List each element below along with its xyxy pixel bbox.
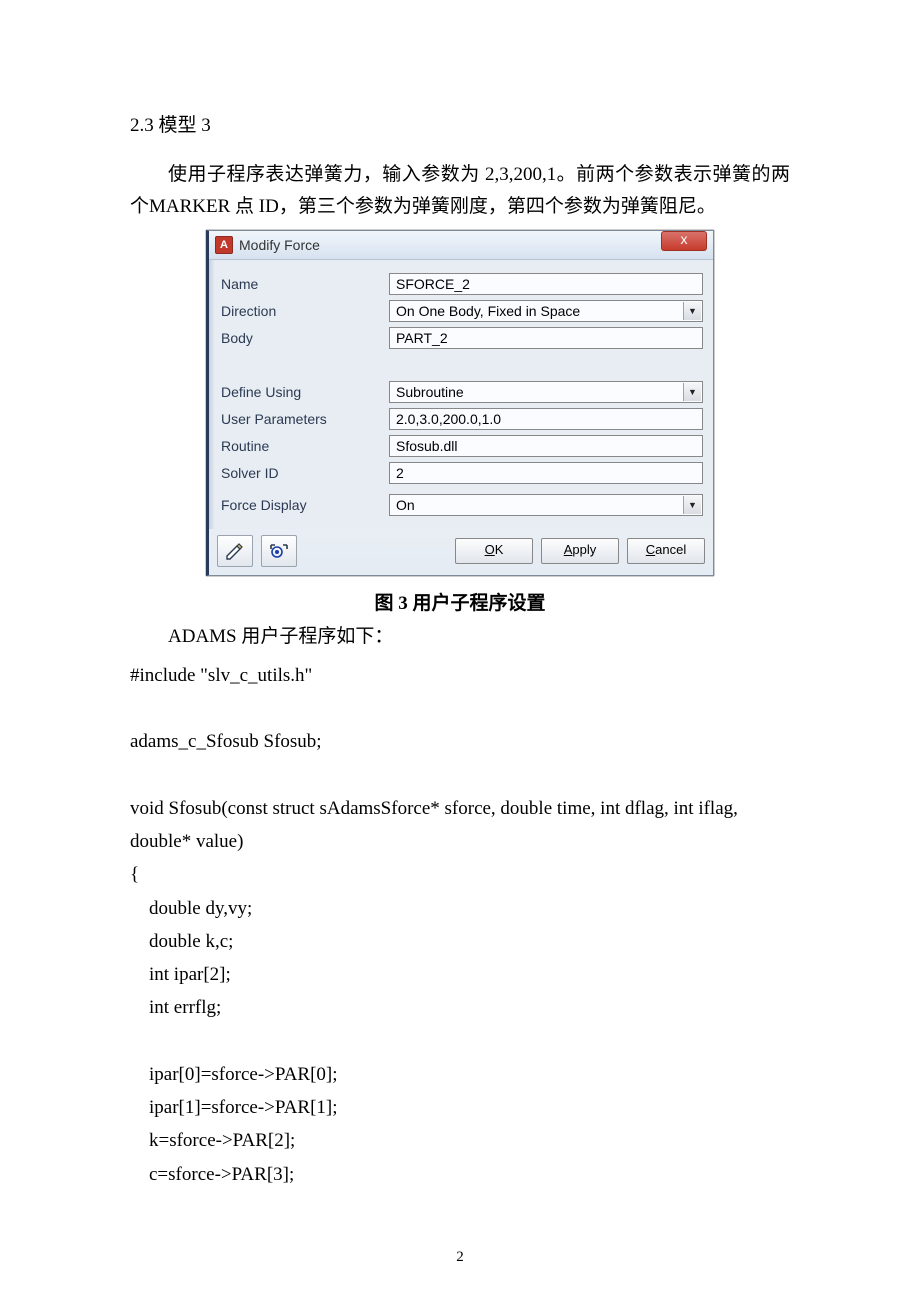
direction-select[interactable]: On One Body, Fixed in Space ▼ (389, 300, 703, 322)
dialog-title: Modify Force (239, 237, 661, 253)
force-display-select[interactable]: On ▼ (389, 494, 703, 516)
figure-caption: 图 3 用户子程序设置 (130, 588, 790, 615)
code-block: #include "slv_c_utils.h" adams_c_Sfosub … (130, 659, 790, 1191)
cancel-button[interactable]: Cancel (627, 538, 705, 564)
dialog-body: Name SFORCE_2 Direction On One Body, Fix… (209, 260, 713, 529)
user-parameters-input[interactable]: 2.0,3.0,200.0,1.0 (389, 408, 703, 430)
page-number: 2 (0, 1249, 920, 1266)
chevron-down-icon[interactable]: ▼ (683, 496, 701, 514)
paragraph: ADAMS 用户子程序如下： (130, 621, 790, 653)
direction-value: On One Body, Fixed in Space (396, 303, 580, 319)
define-using-value: Subroutine (396, 384, 464, 400)
label-solver-id: Solver ID (221, 465, 389, 481)
routine-input[interactable]: Sfosub.dll (389, 435, 703, 457)
measure-icon[interactable] (261, 535, 297, 567)
ok-label: K (495, 542, 504, 557)
label-name: Name (221, 276, 389, 292)
button-row: OK Apply Cancel (209, 529, 713, 575)
label-direction: Direction (221, 303, 389, 319)
label-force-display: Force Display (221, 497, 389, 513)
ok-button[interactable]: OK (455, 538, 533, 564)
cancel-label: ancel (655, 542, 686, 557)
label-routine: Routine (221, 438, 389, 454)
name-input[interactable]: SFORCE_2 (389, 273, 703, 295)
label-user-parameters: User Parameters (221, 411, 389, 427)
section-heading: 2.3 模型 3 (130, 110, 790, 137)
document-page: 2.3 模型 3 使用子程序表达弹簧力，输入参数为 2,3,200,1。前两个参… (0, 0, 920, 1302)
apply-label: pply (572, 542, 596, 557)
force-display-value: On (396, 497, 415, 513)
chevron-down-icon[interactable]: ▼ (683, 383, 701, 401)
titlebar: A Modify Force x (209, 231, 713, 260)
apply-button[interactable]: Apply (541, 538, 619, 564)
modify-force-dialog: A Modify Force x Name SFORCE_2 Direction… (206, 230, 714, 576)
pencil-icon[interactable] (217, 535, 253, 567)
body-input[interactable]: PART_2 (389, 327, 703, 349)
define-using-select[interactable]: Subroutine ▼ (389, 381, 703, 403)
label-define-using: Define Using (221, 384, 389, 400)
paragraph: 使用子程序表达弹簧力，输入参数为 2,3,200,1。前两个参数表示弹簧的两个M… (130, 159, 790, 224)
label-body: Body (221, 330, 389, 346)
chevron-down-icon[interactable]: ▼ (683, 302, 701, 320)
solver-id-input[interactable]: 2 (389, 462, 703, 484)
app-icon: A (215, 236, 233, 254)
close-icon[interactable]: x (661, 231, 707, 251)
